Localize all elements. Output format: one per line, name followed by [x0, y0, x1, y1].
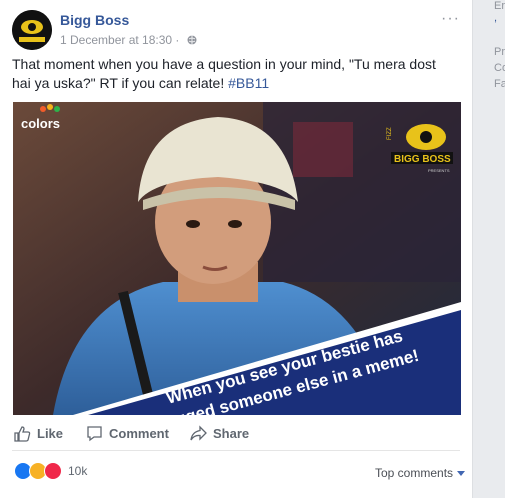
action-bar: Like Comment Share — [12, 418, 460, 451]
post-image[interactable]: colors FIZZ BIGG BOSS PRESENTS When you … — [13, 102, 461, 415]
sidebar-text-2[interactable]: , — [494, 12, 497, 24]
post-body: That moment when you have a question in … — [12, 56, 436, 91]
reaction-summary[interactable]: 10k — [14, 462, 87, 480]
comment-button[interactable]: Comment — [86, 425, 169, 442]
post-timestamp[interactable]: 1 December at 18:30 — [60, 33, 172, 47]
like-label: Like — [37, 426, 64, 441]
channel-logo-text: colors — [21, 116, 60, 131]
page-name-link[interactable]: Bigg Boss — [60, 12, 129, 28]
chevron-down-icon — [457, 471, 466, 477]
show-logo-text: BIGG BOSS — [394, 154, 451, 165]
sidebar-text-4: Co — [494, 62, 505, 74]
hashtag-link[interactable]: #BB11 — [228, 75, 269, 91]
show-logo-prefix: FIZZ — [387, 127, 393, 140]
post-card: Bigg Boss 1 December at 18:30 · ··· That… — [0, 0, 473, 498]
page-avatar[interactable] — [12, 10, 52, 50]
comment-icon — [87, 426, 102, 442]
globe-icon[interactable] — [187, 34, 197, 48]
share-button[interactable]: Share — [190, 425, 249, 442]
top-comments-dropdown[interactable]: Top comments — [375, 466, 466, 480]
love-reaction-icon — [44, 462, 62, 480]
more-options-icon[interactable]: ··· — [441, 10, 460, 28]
share-label: Share — [213, 426, 250, 441]
post-text: That moment when you have a question in … — [12, 55, 452, 93]
thumbs-up-icon — [14, 426, 31, 442]
top-comments-label: Top comments — [375, 466, 454, 480]
share-icon — [190, 425, 207, 441]
like-button[interactable]: Like — [14, 425, 63, 442]
reaction-count: 10k — [68, 464, 88, 478]
sidebar-text-5: Fa — [494, 78, 505, 90]
show-logo-sub: PRESENTS — [428, 168, 450, 173]
sidebar-text-1: Er — [494, 0, 505, 12]
post-meta: 1 December at 18:30 · — [60, 33, 197, 48]
sidebar-text-3: Pr — [494, 46, 505, 58]
right-sidebar: Er , Pr Co Fa — [480, 0, 505, 498]
comment-label: Comment — [109, 426, 169, 441]
